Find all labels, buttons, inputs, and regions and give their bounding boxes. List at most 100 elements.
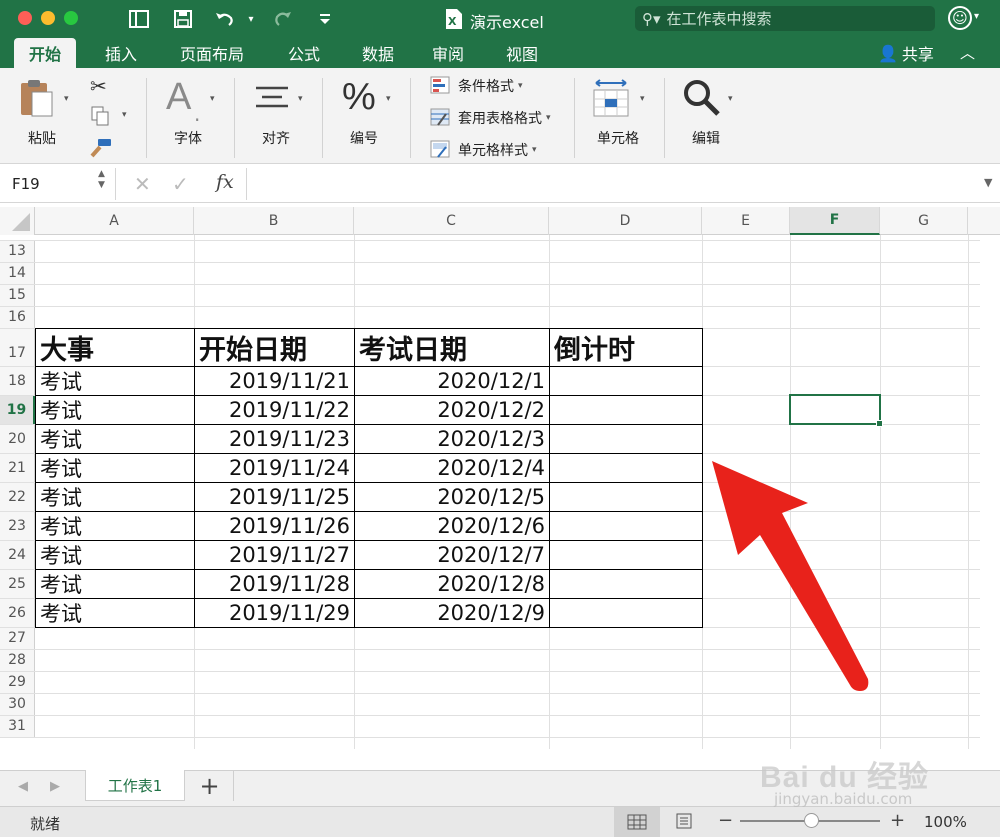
number-dropdown-icon[interactable]: ▾ <box>386 94 391 104</box>
table-cell[interactable]: 考试 <box>35 453 195 483</box>
table-cell[interactable]: 2020/12/2 <box>354 395 550 425</box>
table-cell[interactable]: 2020/12/9 <box>354 598 550 628</box>
row-header-23[interactable]: 23 <box>0 511 35 540</box>
undo-dropdown-icon[interactable]: ▾ <box>240 7 262 31</box>
table-cell[interactable]: 2019/11/22 <box>194 395 355 425</box>
column-header-e[interactable]: E <box>702 207 790 235</box>
table-cell[interactable]: 2020/12/8 <box>354 569 550 599</box>
zoom-out-button[interactable]: − <box>718 810 733 831</box>
table-header-cell[interactable]: 大事 <box>35 328 195 367</box>
tab-insert[interactable]: 插入 <box>90 38 152 68</box>
table-cell[interactable]: 2019/11/29 <box>194 598 355 628</box>
table-cell[interactable]: 考试 <box>35 482 195 512</box>
table-cell[interactable]: 2019/11/27 <box>194 540 355 570</box>
align-dropdown-icon[interactable]: ▾ <box>298 94 303 104</box>
row-header-21[interactable]: 21 <box>0 453 35 482</box>
table-cell[interactable]: 考试 <box>35 540 195 570</box>
table-cell[interactable]: 考试 <box>35 511 195 541</box>
table-cell[interactable] <box>549 366 703 396</box>
table-header-cell[interactable]: 倒计时 <box>549 328 703 367</box>
column-header-a[interactable]: A <box>35 207 194 235</box>
align-icon[interactable] <box>254 84 290 112</box>
column-header-d[interactable]: D <box>549 207 702 235</box>
zoom-in-button[interactable]: + <box>890 810 905 831</box>
prev-sheet-icon[interactable]: ◀ <box>18 779 28 794</box>
percent-icon[interactable]: % <box>342 76 376 119</box>
row-header-14[interactable]: 14 <box>0 262 35 284</box>
table-cell[interactable] <box>549 569 703 599</box>
table-cell[interactable] <box>549 424 703 454</box>
table-cell[interactable]: 考试 <box>35 569 195 599</box>
table-cell[interactable] <box>549 395 703 425</box>
cells-icon[interactable] <box>592 78 632 118</box>
table-cell[interactable]: 2019/11/26 <box>194 511 355 541</box>
table-cell[interactable]: 2020/12/6 <box>354 511 550 541</box>
sheet-search-input[interactable]: ⚲▾ 在工作表中搜索 <box>635 6 935 31</box>
row-header-27[interactable]: 27 <box>0 627 35 649</box>
row-header-19[interactable]: 19 <box>0 395 35 424</box>
tab-data[interactable]: 数据 <box>350 38 406 68</box>
next-sheet-icon[interactable]: ▶ <box>50 779 60 794</box>
page-layout-view-icon[interactable] <box>674 813 694 833</box>
undo-icon[interactable] <box>214 7 236 31</box>
find-icon[interactable] <box>682 78 722 118</box>
table-cell[interactable]: 2019/11/23 <box>194 424 355 454</box>
table-cell[interactable]: 2019/11/21 <box>194 366 355 396</box>
table-cell[interactable]: 考试 <box>35 366 195 396</box>
table-cell[interactable]: 2020/12/4 <box>354 453 550 483</box>
minimize-window-button[interactable] <box>41 11 55 25</box>
save-icon[interactable] <box>172 7 194 31</box>
row-header-31[interactable]: 31 <box>0 715 35 737</box>
row-header-29[interactable]: 29 <box>0 671 35 693</box>
tab-formulas[interactable]: 公式 <box>276 38 332 68</box>
table-cell[interactable]: 2019/11/25 <box>194 482 355 512</box>
formula-input[interactable] <box>252 172 972 196</box>
row-header-17[interactable]: 17 <box>0 328 35 366</box>
table-header-cell[interactable]: 开始日期 <box>194 328 355 367</box>
fill-handle[interactable] <box>876 420 883 427</box>
table-cell[interactable]: 考试 <box>35 598 195 628</box>
row-header-16[interactable]: 16 <box>0 306 35 328</box>
column-header-c[interactable]: C <box>354 207 549 235</box>
table-cell[interactable] <box>549 453 703 483</box>
cut-icon[interactable]: ✂ <box>90 74 107 98</box>
table-cell[interactable] <box>549 482 703 512</box>
row-header-13[interactable]: 13 <box>0 240 35 262</box>
normal-view-button[interactable] <box>614 807 660 837</box>
conditional-format-button[interactable]: 条件格式 ▾ <box>458 76 523 96</box>
feedback-dropdown-icon[interactable]: ▾ <box>974 11 979 22</box>
name-box-stepper-icon[interactable]: ▲ ▼ <box>98 169 105 191</box>
table-cell[interactable]: 2019/11/28 <box>194 569 355 599</box>
close-window-button[interactable] <box>18 11 32 25</box>
select-all-corner[interactable] <box>0 207 35 235</box>
cells-dropdown-icon[interactable]: ▾ <box>640 94 645 104</box>
table-cell[interactable]: 2019/11/24 <box>194 453 355 483</box>
table-cell[interactable] <box>549 540 703 570</box>
row-header-22[interactable]: 22 <box>0 482 35 511</box>
table-cell[interactable]: 2020/12/3 <box>354 424 550 454</box>
copy-icon[interactable] <box>91 106 109 126</box>
table-header-cell[interactable]: 考试日期 <box>354 328 550 367</box>
format-painter-icon[interactable] <box>90 138 112 158</box>
add-sheet-button[interactable]: + <box>186 771 234 801</box>
customize-toolbar-icon[interactable] <box>314 7 336 31</box>
table-cell[interactable]: 2020/12/7 <box>354 540 550 570</box>
paste-dropdown-icon[interactable]: ▾ <box>64 94 69 104</box>
edit-dropdown-icon[interactable]: ▾ <box>728 94 733 104</box>
smiley-feedback-icon[interactable]: ☺ <box>948 6 972 30</box>
table-cell[interactable]: 2020/12/5 <box>354 482 550 512</box>
row-header-26[interactable]: 26 <box>0 598 35 627</box>
row-header-24[interactable]: 24 <box>0 540 35 569</box>
column-header-b[interactable]: B <box>194 207 354 235</box>
expand-formula-icon[interactable]: ▼ <box>984 176 992 189</box>
row-header-25[interactable]: 25 <box>0 569 35 598</box>
row-header-15[interactable]: 15 <box>0 284 35 306</box>
font-dropdown-icon[interactable]: ▾ <box>210 94 215 104</box>
table-cell[interactable] <box>549 598 703 628</box>
collapse-ribbon-icon[interactable]: ︿ <box>960 42 975 63</box>
table-cell[interactable] <box>549 511 703 541</box>
cell-style-button[interactable]: 单元格样式 ▾ <box>458 140 537 160</box>
paste-icon[interactable] <box>18 78 54 118</box>
column-header-g[interactable]: G <box>880 207 968 235</box>
share-button[interactable]: 👤 共享 <box>878 41 934 65</box>
